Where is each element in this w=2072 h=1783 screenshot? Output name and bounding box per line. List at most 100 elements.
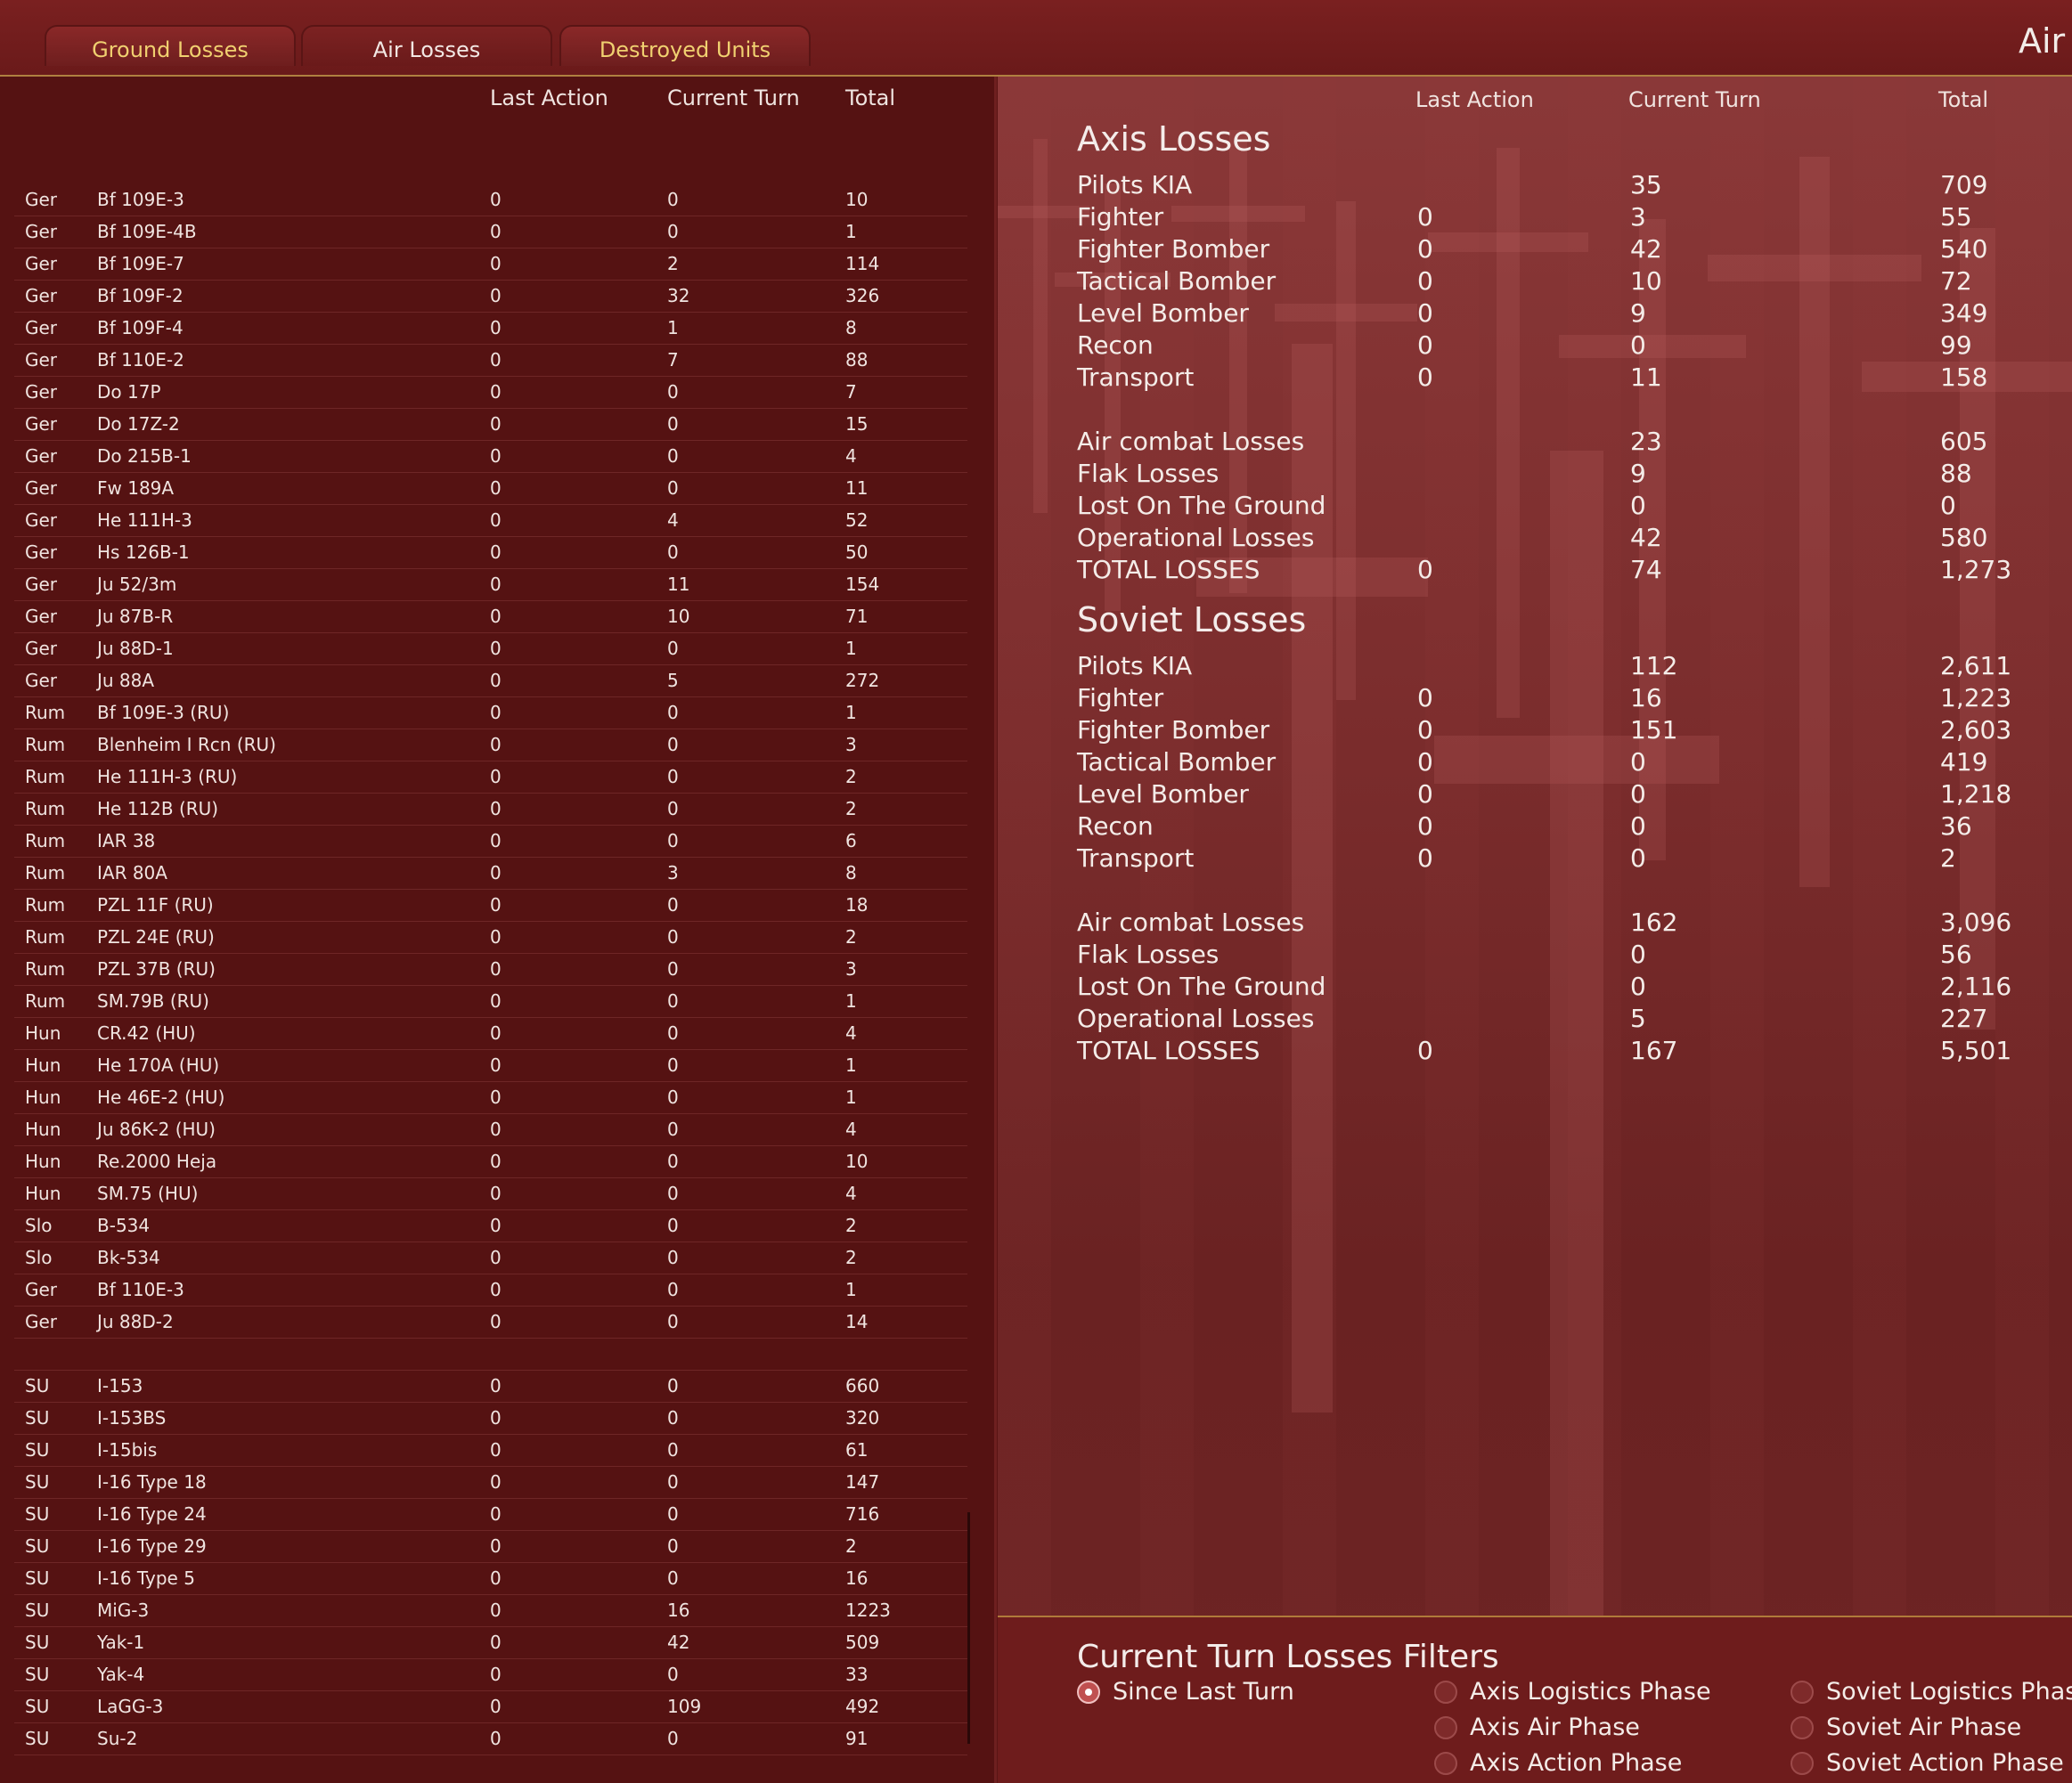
table-row[interactable]: Ger Bf 109E-4B 0 0 1 xyxy=(14,216,967,248)
table-row[interactable]: Ger Bf 109F-2 0 32 326 xyxy=(14,280,967,313)
table-row[interactable]: Rum SM.79B (RU) 0 0 1 xyxy=(14,985,967,1018)
table-row[interactable]: SU Yak-4 0 0 33 xyxy=(14,1658,967,1691)
radio-button-icon[interactable] xyxy=(1077,1681,1100,1704)
column-header-last-action: Last Action xyxy=(490,85,608,110)
stat-row: Tactical Bomber 0 0 419 xyxy=(1077,747,2057,779)
radio-button-icon[interactable] xyxy=(1791,1716,1814,1739)
aircraft-type: Ju 88A xyxy=(97,670,155,691)
total-value: 492 xyxy=(845,1696,880,1717)
table-row[interactable]: SU MiG-3 0 16 1223 xyxy=(14,1594,967,1627)
table-row[interactable]: Ger Bf 109E-7 0 2 114 xyxy=(14,248,967,281)
table-row[interactable]: Ger Do 215B-1 0 0 4 xyxy=(14,440,967,473)
table-row[interactable]: Hun He 170A (HU) 0 0 1 xyxy=(14,1049,967,1082)
table-row[interactable]: Rum Bf 109E-3 (RU) 0 0 1 xyxy=(14,696,967,729)
table-row[interactable]: Ger Ju 88A 0 5 272 xyxy=(14,664,967,697)
table-row[interactable]: Rum He 112B (RU) 0 0 2 xyxy=(14,793,967,826)
stat-last-action: 0 xyxy=(1417,298,1433,328)
radio-button-icon[interactable] xyxy=(1434,1681,1457,1704)
table-row[interactable]: Rum IAR 38 0 0 6 xyxy=(14,825,967,858)
table-row[interactable]: Ger Do 17Z-2 0 0 15 xyxy=(14,408,967,441)
last-action-value: 0 xyxy=(490,1311,502,1332)
table-row[interactable]: SU LaGG-3 0 109 492 xyxy=(14,1690,967,1723)
stat-current-turn: 0 xyxy=(1630,330,1646,360)
total-value: 3 xyxy=(845,734,857,755)
table-row[interactable]: Ger Bf 110E-3 0 0 1 xyxy=(14,1274,967,1307)
stat-row: Air combat Losses 162 3,096 xyxy=(1077,908,2057,940)
filter-label: Axis Action Phase xyxy=(1470,1749,1683,1777)
nationality: Slo xyxy=(25,1215,53,1236)
current-turn-value: 1 xyxy=(667,317,679,338)
table-row[interactable]: Hun CR.42 (HU) 0 0 4 xyxy=(14,1017,967,1050)
table-row[interactable]: Ger Ju 88D-2 0 0 14 xyxy=(14,1306,967,1339)
summary-header-last-action: Last Action xyxy=(1415,87,1534,112)
tab-destroyed-units[interactable]: Destroyed Units xyxy=(559,25,811,66)
table-row[interactable]: SU Su-2 0 0 91 xyxy=(14,1722,967,1755)
last-action-value: 0 xyxy=(490,253,502,274)
table-row[interactable]: Hun He 46E-2 (HU) 0 0 1 xyxy=(14,1081,967,1114)
total-value: 88 xyxy=(845,349,869,370)
stat-label: Transport xyxy=(1077,843,1195,873)
total-value: 6 xyxy=(845,830,857,851)
current-turn-value: 0 xyxy=(667,1054,679,1076)
table-row[interactable]: Rum He 111H-3 (RU) 0 0 2 xyxy=(14,761,967,794)
table-row[interactable]: Hun SM.75 (HU) 0 0 4 xyxy=(14,1177,967,1210)
nationality: Hun xyxy=(25,1119,61,1140)
table-row[interactable]: Ger Ju 87B-R 0 10 71 xyxy=(14,600,967,633)
table-row[interactable]: SU I-16 Type 29 0 0 2 xyxy=(14,1530,967,1563)
total-value: 1223 xyxy=(845,1600,891,1621)
table-row[interactable]: Ger Do 17P 0 0 7 xyxy=(14,376,967,409)
table-row[interactable]: Slo B-534 0 0 2 xyxy=(14,1209,967,1242)
current-turn-value: 42 xyxy=(667,1632,690,1653)
table-row[interactable]: Rum PZL 11F (RU) 0 0 18 xyxy=(14,889,967,922)
tab-air-losses[interactable]: Air Losses xyxy=(301,25,552,66)
last-action-value: 0 xyxy=(490,413,502,435)
table-row[interactable]: Rum Blenheim I Rcn (RU) 0 0 3 xyxy=(14,729,967,761)
radio-button-icon[interactable] xyxy=(1434,1752,1457,1775)
table-row[interactable]: SU I-153 0 0 660 xyxy=(14,1370,967,1403)
total-value: 8 xyxy=(845,862,857,883)
nationality: Rum xyxy=(25,926,66,948)
table-row[interactable]: Ger Bf 110E-2 0 7 88 xyxy=(14,344,967,377)
table-spacer-row[interactable] xyxy=(14,1338,967,1371)
table-row[interactable]: Rum PZL 37B (RU) 0 0 3 xyxy=(14,953,967,986)
table-row[interactable]: Ger Hs 126B-1 0 0 50 xyxy=(14,536,967,569)
stat-total: 419 xyxy=(1940,747,1988,777)
table-row[interactable]: SU I-15bis 0 0 61 xyxy=(14,1434,967,1467)
current-turn-value: 0 xyxy=(667,1471,679,1493)
current-turn-value: 0 xyxy=(667,830,679,851)
aircraft-type: Bf 110E-3 xyxy=(97,1279,184,1300)
radio-button-icon[interactable] xyxy=(1791,1752,1814,1775)
table-row[interactable]: Ger He 111H-3 0 4 52 xyxy=(14,504,967,537)
nationality: SU xyxy=(25,1407,50,1429)
tab-ground-losses[interactable]: Ground Losses xyxy=(45,25,296,66)
table-row[interactable]: SU Yak-1 0 42 509 xyxy=(14,1626,967,1659)
table-row[interactable]: Ger Fw 189A 0 0 11 xyxy=(14,472,967,505)
stat-label: Lost On The Ground xyxy=(1077,491,1326,520)
table-row[interactable]: SU I-16 Type 24 0 0 716 xyxy=(14,1498,967,1531)
table-row[interactable]: Ger Bf 109F-4 0 1 8 xyxy=(14,312,967,345)
filter-label: Axis Logistics Phase xyxy=(1470,1678,1711,1706)
aircraft-type: He 112B (RU) xyxy=(97,798,219,819)
radio-button-icon[interactable] xyxy=(1791,1681,1814,1704)
table-row[interactable]: Hun Ju 86K-2 (HU) 0 0 4 xyxy=(14,1113,967,1146)
table-row[interactable]: Ger Ju 88D-1 0 0 1 xyxy=(14,632,967,665)
last-action-value: 0 xyxy=(490,1215,502,1236)
current-turn-value: 32 xyxy=(667,285,690,306)
table-row[interactable]: Rum IAR 80A 0 3 8 xyxy=(14,857,967,890)
aircraft-type: He 46E-2 (HU) xyxy=(97,1087,225,1108)
table-row[interactable]: SU I-16 Type 18 0 0 147 xyxy=(14,1466,967,1499)
table-row[interactable]: SU I-153BS 0 0 320 xyxy=(14,1402,967,1435)
table-row[interactable]: Hun Re.2000 Heja 0 0 10 xyxy=(14,1145,967,1178)
table-row[interactable]: SU I-16 Type 5 0 0 16 xyxy=(14,1562,967,1595)
nationality: SU xyxy=(25,1600,50,1621)
nationality: Ger xyxy=(25,189,58,210)
stat-label: Recon xyxy=(1077,811,1154,841)
table-row[interactable]: Rum PZL 24E (RU) 0 0 2 xyxy=(14,921,967,954)
scrollbar[interactable] xyxy=(967,1512,970,1744)
table-row[interactable]: Slo Bk-534 0 0 2 xyxy=(14,1242,967,1274)
nationality: Ger xyxy=(25,253,58,274)
last-action-value: 0 xyxy=(490,1696,502,1717)
table-row[interactable]: Ger Ju 52/3m 0 11 154 xyxy=(14,568,967,601)
table-row[interactable]: Ger Bf 109E-3 0 0 10 xyxy=(14,183,967,216)
radio-button-icon[interactable] xyxy=(1434,1716,1457,1739)
